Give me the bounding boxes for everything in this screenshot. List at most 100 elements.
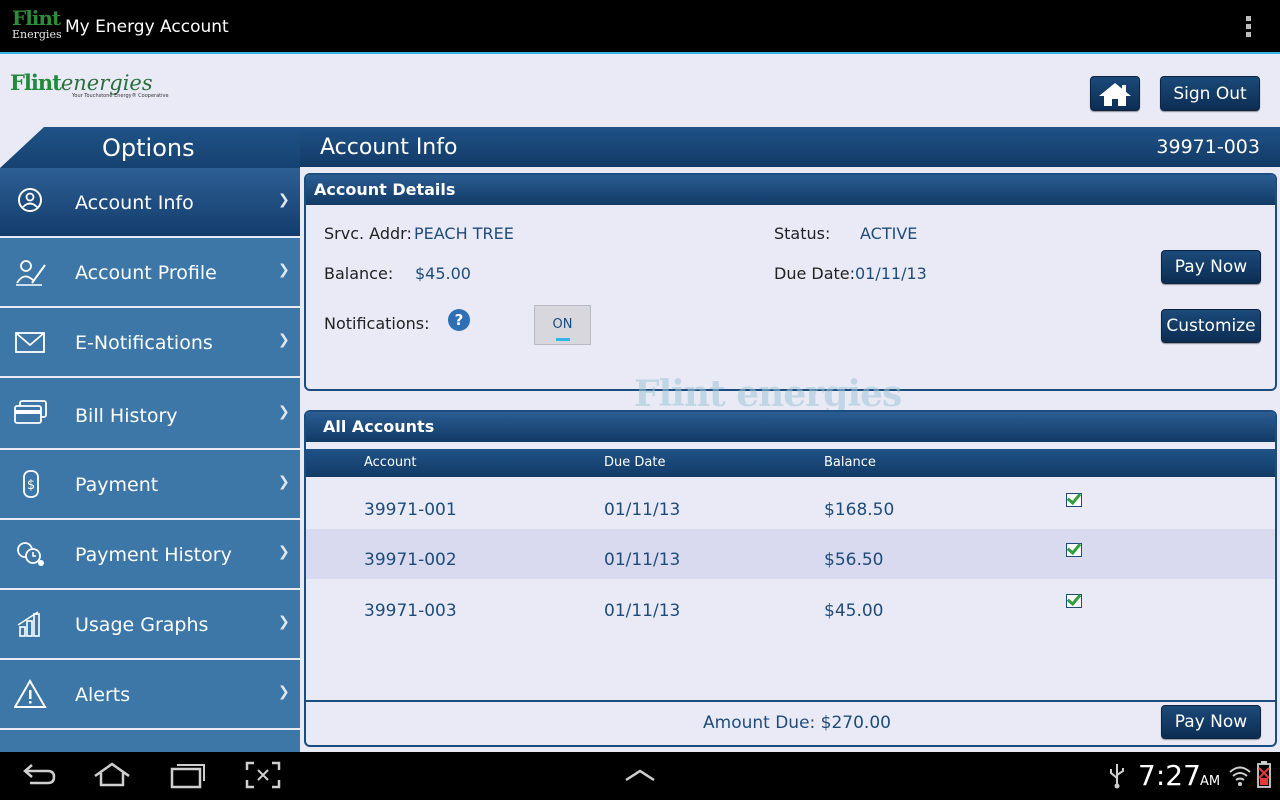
notifications-toggle[interactable]: ON bbox=[534, 305, 591, 345]
chevron-right-icon: ❯ bbox=[278, 192, 290, 208]
bar-graph-icon bbox=[17, 611, 40, 637]
row-account: 39971-001 bbox=[364, 500, 457, 520]
sidebar-item-label: Payment History bbox=[75, 544, 232, 566]
chevron-right-icon: ❯ bbox=[278, 404, 290, 420]
row-checkbox[interactable] bbox=[1066, 594, 1082, 608]
action-bar: Flint Energies My Energy Account bbox=[0, 0, 1280, 54]
sidebar-item-alerts[interactable]: Alerts ❯ bbox=[0, 660, 300, 730]
page-curl-decoration bbox=[0, 127, 44, 168]
account-details-panel: Account Details Srvc. Addr: PEACH TREE S… bbox=[304, 173, 1277, 391]
balance-value: $45.00 bbox=[415, 264, 471, 283]
sidebar-item-payment-history[interactable]: Payment History ❯ bbox=[0, 520, 300, 590]
header: Flintenergies Your Touchstone Energy® Co… bbox=[0, 56, 1280, 126]
page-title: Account Info bbox=[320, 135, 458, 160]
balance-label: Balance: bbox=[324, 264, 394, 283]
pay-all-button[interactable]: Pay Now bbox=[1161, 705, 1261, 739]
sidebar-item-account-info[interactable]: Account Info ❯ bbox=[0, 168, 300, 238]
column-balance: Balance bbox=[824, 455, 876, 470]
sidebar-item-label: Account Profile bbox=[75, 262, 217, 284]
overflow-menu-icon[interactable] bbox=[1246, 16, 1254, 40]
app-window: Flint Energies My Energy Account Flinten… bbox=[0, 0, 1280, 800]
column-due-date: Due Date bbox=[604, 455, 666, 470]
cards-icon bbox=[14, 400, 47, 424]
home-nav-icon[interactable] bbox=[92, 760, 132, 790]
chevron-right-icon: ❯ bbox=[278, 332, 290, 348]
watermark-logo: Flint energies bbox=[634, 373, 902, 415]
sidebar-item-payment[interactable]: $ Payment ❯ bbox=[0, 450, 300, 520]
clock: 7:27 bbox=[1138, 759, 1201, 792]
current-account-number: 39971-003 bbox=[1156, 136, 1260, 158]
column-account: Account bbox=[364, 455, 417, 470]
chevron-right-icon: ❯ bbox=[278, 684, 290, 700]
service-address-value: PEACH TREE bbox=[414, 224, 514, 243]
usb-icon bbox=[1110, 764, 1124, 789]
warning-icon bbox=[14, 679, 47, 708]
home-icon bbox=[1099, 82, 1131, 106]
row-due-date: 01/11/13 bbox=[604, 550, 681, 570]
due-date-label: Due Date: bbox=[774, 264, 856, 283]
pay-now-button[interactable]: Pay Now bbox=[1161, 250, 1261, 284]
row-due-date: 01/11/13 bbox=[604, 601, 681, 621]
status-label: Status: bbox=[774, 224, 831, 243]
screenshot-icon[interactable] bbox=[243, 760, 283, 790]
clock-ampm: AM bbox=[1200, 774, 1221, 789]
chevron-up-icon[interactable] bbox=[620, 760, 660, 790]
accounts-table-header: Account Due Date Balance bbox=[306, 449, 1275, 477]
coins-history-icon bbox=[17, 542, 44, 566]
row-balance: $168.50 bbox=[824, 500, 895, 520]
notifications-label: Notifications: bbox=[324, 314, 430, 333]
all-accounts-panel: All Accounts Account Due Date Balance 39… bbox=[304, 410, 1277, 747]
sidebar-item-label: Bill History bbox=[75, 405, 178, 427]
sidebar-item-label: Alerts bbox=[75, 684, 131, 706]
row-account: 39971-003 bbox=[364, 601, 457, 621]
chevron-right-icon: ❯ bbox=[278, 262, 290, 278]
options-sidebar: Options Account Info ❯ Account Profile ❯… bbox=[0, 127, 300, 752]
envelope-icon bbox=[15, 332, 45, 353]
accounts-footer: Amount Due: $270.00 Pay Now bbox=[306, 700, 1275, 745]
brand-logo: Flintenergies Your Touchstone Energy® Co… bbox=[10, 70, 169, 99]
profile-edit-icon bbox=[16, 260, 46, 286]
table-row[interactable]: 39971-002 01/11/13 $56.50 bbox=[306, 529, 1275, 579]
status-value: ACTIVE bbox=[860, 224, 918, 243]
row-checkbox[interactable] bbox=[1066, 493, 1082, 507]
table-row[interactable]: 39971-003 01/11/13 $45.00 bbox=[306, 580, 1275, 630]
service-address-label: Srvc. Addr: bbox=[324, 224, 412, 243]
sign-out-button[interactable]: Sign Out bbox=[1160, 76, 1260, 111]
chevron-right-icon: ❯ bbox=[278, 474, 290, 490]
main-header: Account Info 39971-003 bbox=[300, 127, 1280, 167]
sidebar-title: Options bbox=[0, 127, 300, 168]
help-icon[interactable]: ? bbox=[448, 309, 470, 331]
back-icon[interactable] bbox=[20, 760, 60, 790]
sidebar-item-label: E-Notifications bbox=[75, 332, 213, 354]
due-date-value: 01/11/13 bbox=[855, 264, 927, 283]
amount-due: Amount Due: $270.00 bbox=[703, 713, 891, 733]
chevron-right-icon: ❯ bbox=[278, 614, 290, 630]
app-logo: Flint Energies bbox=[12, 6, 62, 41]
sidebar-item-account-profile[interactable]: Account Profile ❯ bbox=[0, 238, 300, 308]
sidebar-item-bill-history[interactable]: Bill History ❯ bbox=[0, 378, 300, 450]
sidebar-item-label: Usage Graphs bbox=[75, 614, 209, 636]
chevron-right-icon: ❯ bbox=[278, 544, 290, 560]
account-details-heading: Account Details bbox=[306, 175, 1275, 205]
system-navigation-bar: 7:27 AM bbox=[0, 752, 1280, 800]
row-account: 39971-002 bbox=[364, 550, 457, 570]
recent-apps-icon[interactable] bbox=[168, 760, 208, 790]
battery-icon bbox=[1257, 761, 1271, 788]
sidebar-item-label: Payment bbox=[75, 474, 159, 496]
row-due-date: 01/11/13 bbox=[604, 500, 681, 520]
app-title: My Energy Account bbox=[65, 17, 229, 37]
customize-button[interactable]: Customize bbox=[1161, 309, 1261, 343]
row-balance: $45.00 bbox=[824, 601, 884, 621]
dollar-icon: $ bbox=[23, 470, 39, 498]
all-accounts-heading: All Accounts bbox=[306, 412, 1275, 442]
sidebar-item-e-notifications[interactable]: E-Notifications ❯ bbox=[0, 308, 300, 378]
svg-text:$: $ bbox=[27, 478, 35, 493]
row-balance: $56.50 bbox=[824, 550, 884, 570]
sidebar-item-usage-graphs[interactable]: Usage Graphs ❯ bbox=[0, 590, 300, 660]
person-circle-icon bbox=[18, 188, 42, 212]
home-button[interactable] bbox=[1090, 76, 1140, 111]
table-row[interactable]: 39971-001 01/11/13 $168.50 bbox=[306, 479, 1275, 529]
wifi-icon bbox=[1229, 766, 1251, 786]
sidebar-item-label: Account Info bbox=[75, 192, 194, 214]
row-checkbox[interactable] bbox=[1066, 543, 1082, 557]
